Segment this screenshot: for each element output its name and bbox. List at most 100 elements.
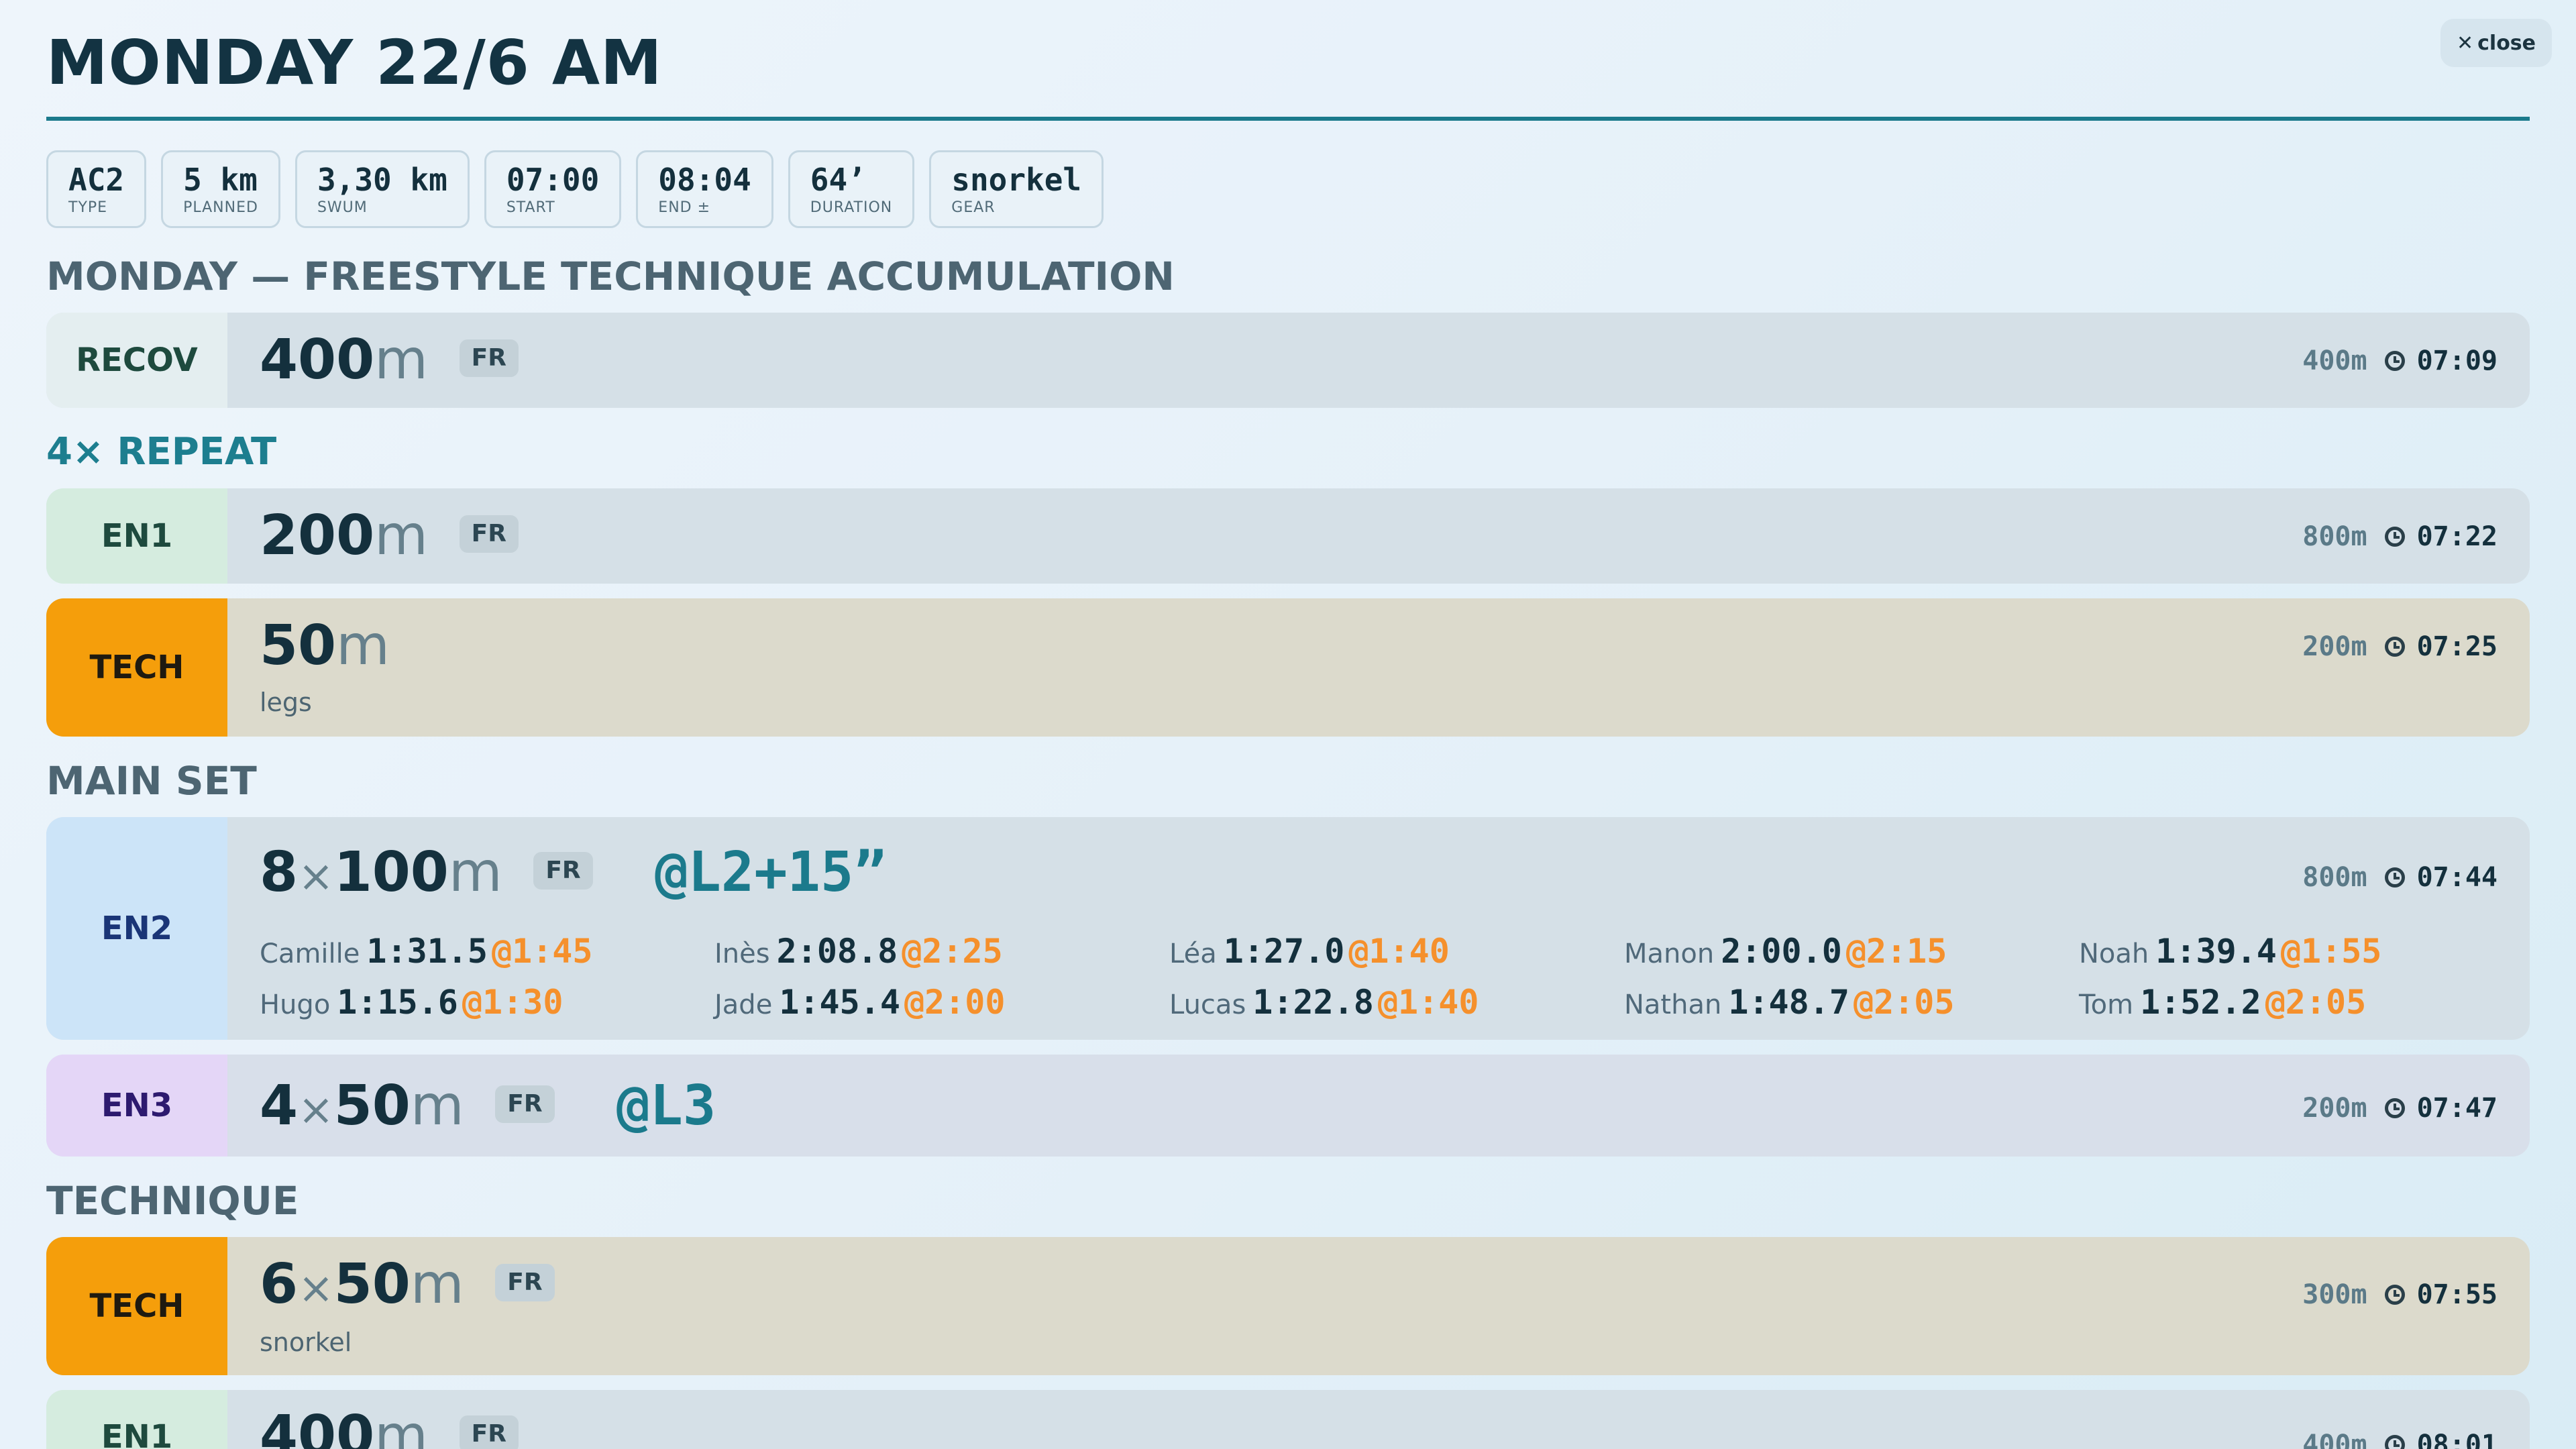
- stat-label: GEAR: [951, 199, 996, 216]
- swimmer-name: Tom: [2079, 989, 2134, 1020]
- set-meta: 400m 07:09: [2302, 345, 2498, 377]
- stat-value: 64’: [810, 162, 866, 198]
- stat-value: snorkel: [951, 162, 1082, 198]
- distance-value: 100: [333, 841, 449, 904]
- set-distance: 50m: [260, 616, 390, 676]
- set-distance: 4×50m FR @L3: [260, 1076, 716, 1140]
- repeat-header: 4× REPEAT: [46, 430, 277, 474]
- swimmer-time: 2:08.8: [776, 932, 898, 971]
- set-note: legs: [260, 688, 312, 717]
- set-distance: 8×100m FR @L2+15”: [260, 843, 887, 907]
- swimmer-time: 1:15.6: [337, 983, 458, 1022]
- times-sign: ×: [298, 1085, 334, 1135]
- times-sign: ×: [298, 1264, 334, 1313]
- set-row-en1[interactable]: EN1 200m FR 800m 07:22: [46, 488, 2530, 584]
- set-distance: 400m FR: [260, 330, 519, 390]
- swimmer-time: 1:52.2: [2140, 983, 2261, 1022]
- swimmer-pace: @1:45: [491, 932, 593, 971]
- set-time: 07:22: [2416, 521, 2498, 552]
- clock-icon: [2384, 1435, 2405, 1449]
- stat-gear: snorkel GEAR: [929, 150, 1104, 228]
- stroke-badge: FR: [459, 339, 519, 377]
- set-time: 07:25: [2416, 631, 2498, 662]
- set-row-body: 4×50m FR @L3 200m 07:47: [227, 1055, 2530, 1157]
- swimmer-name: Hugo: [260, 989, 331, 1020]
- set-distance: 200m FR: [260, 506, 519, 566]
- swimmer-pace: @2:05: [2265, 983, 2367, 1022]
- set-meta: 200m 07:47: [2302, 1092, 2498, 1124]
- stroke-badge: FR: [495, 1263, 555, 1301]
- close-button[interactable]: ✕ close: [2440, 19, 2552, 67]
- set-row-recov[interactable]: RECOV 400m FR 400m 07:09: [46, 313, 2530, 408]
- set-row-body: 6×50m FR snorkel 300m 07:55: [227, 1237, 2530, 1375]
- reps-value: 8: [260, 841, 299, 904]
- set-time: 08:01: [2416, 1430, 2498, 1449]
- stat-start: 07:00 START: [484, 150, 622, 228]
- intensity-badge: RECOV: [46, 313, 227, 408]
- title-divider: [46, 117, 2530, 121]
- stat-value: 3,30 km: [317, 162, 447, 198]
- distance-value: 400: [260, 1404, 375, 1449]
- section-title-technique: TECHNIQUE: [46, 1178, 299, 1224]
- stat-label: DURATION: [810, 199, 893, 216]
- distance-value: 50: [260, 614, 337, 678]
- set-time: 07:44: [2416, 862, 2498, 893]
- distance-value: 200: [260, 504, 375, 568]
- swimmer-name: Inès: [714, 938, 770, 969]
- stat-planned: 5 km PLANNED: [161, 150, 280, 228]
- swimmer-entry: Inès 2:08.8 @2:25: [714, 931, 1169, 974]
- stat-label: START: [506, 199, 555, 216]
- swimmer-entry: Camille 1:31.5 @1:45: [260, 931, 714, 974]
- stroke-badge: FR: [459, 515, 519, 553]
- swimmer-name: Léa: [1169, 938, 1217, 969]
- set-row-en3[interactable]: EN3 4×50m FR @L3 200m 07:47: [46, 1055, 2530, 1157]
- set-meta: 400m 08:01: [2302, 1429, 2498, 1449]
- swimmer-name: Camille: [260, 938, 360, 969]
- swimmer-time: 1:39.4: [2155, 932, 2277, 971]
- set-distance: 400m FR: [260, 1406, 519, 1449]
- swimmer-pace: @2:15: [1845, 932, 1947, 971]
- swimmer-pace: @1:40: [1348, 932, 1450, 971]
- swimmer-entry: Hugo 1:15.6 @1:30: [260, 982, 714, 1025]
- stroke-badge: FR: [495, 1085, 555, 1123]
- clock-icon: [2384, 637, 2405, 657]
- swimmer-time: 1:31.5: [366, 932, 488, 971]
- set-row-tech-snorkel[interactable]: TECH 6×50m FR snorkel 300m 07:55: [46, 1237, 2530, 1375]
- pace-target: @L3: [616, 1074, 716, 1138]
- set-total: 400m: [2302, 1430, 2367, 1449]
- swimmer-name: Lucas: [1169, 989, 1246, 1020]
- set-row-body: 400m FR 400m 07:09: [227, 313, 2530, 408]
- set-row-en1-b[interactable]: EN1 400m FR 400m 08:01: [46, 1390, 2530, 1449]
- swimmer-time: 1:45.4: [779, 983, 900, 1022]
- stat-end: 08:04 END ±: [636, 150, 773, 228]
- set-meta: 300m 07:55: [2302, 1279, 2498, 1311]
- stat-type: AC2 TYPE: [46, 150, 147, 228]
- swimmer-time: 1:27.0: [1223, 932, 1345, 971]
- stat-value: AC2: [68, 162, 125, 198]
- swimmer-entry: Léa 1:27.0 @1:40: [1169, 931, 1624, 974]
- set-total: 800m: [2302, 862, 2367, 893]
- swimmer-name: Nathan: [1624, 989, 1722, 1020]
- swimmer-pace: @2:00: [904, 983, 1006, 1022]
- clock-icon: [2384, 1098, 2405, 1118]
- set-total: 800m: [2302, 521, 2367, 552]
- set-time: 07:55: [2416, 1279, 2498, 1310]
- set-total: 200m: [2302, 631, 2367, 662]
- stat-label: PLANNED: [183, 199, 258, 216]
- intensity-badge: TECH: [46, 598, 227, 737]
- close-icon: ✕: [2456, 31, 2474, 55]
- set-row-tech-legs[interactable]: TECH 50m legs 200m 07:25: [46, 598, 2530, 737]
- intensity-badge: EN3: [46, 1055, 227, 1157]
- set-row-body: 50m legs 200m 07:25: [227, 598, 2530, 737]
- set-row-en2[interactable]: EN2 8×100m FR @L2+15” 800m 07:44 Camille…: [46, 817, 2530, 1040]
- swimmer-time: 1:22.8: [1252, 983, 1374, 1022]
- reps-value: 6: [260, 1252, 299, 1316]
- intensity-badge: TECH: [46, 1237, 227, 1375]
- swimmer-entry: Manon 2:00.0 @2:15: [1624, 931, 2079, 974]
- distance-value: 50: [333, 1074, 411, 1138]
- swimmer-pace: @1:30: [462, 983, 564, 1022]
- intensity-badge: EN2: [46, 817, 227, 1040]
- set-row-body: 400m FR 400m 08:01: [227, 1390, 2530, 1449]
- swimmer-entry: Lucas 1:22.8 @1:40: [1169, 982, 1624, 1025]
- set-total: 300m: [2302, 1279, 2367, 1310]
